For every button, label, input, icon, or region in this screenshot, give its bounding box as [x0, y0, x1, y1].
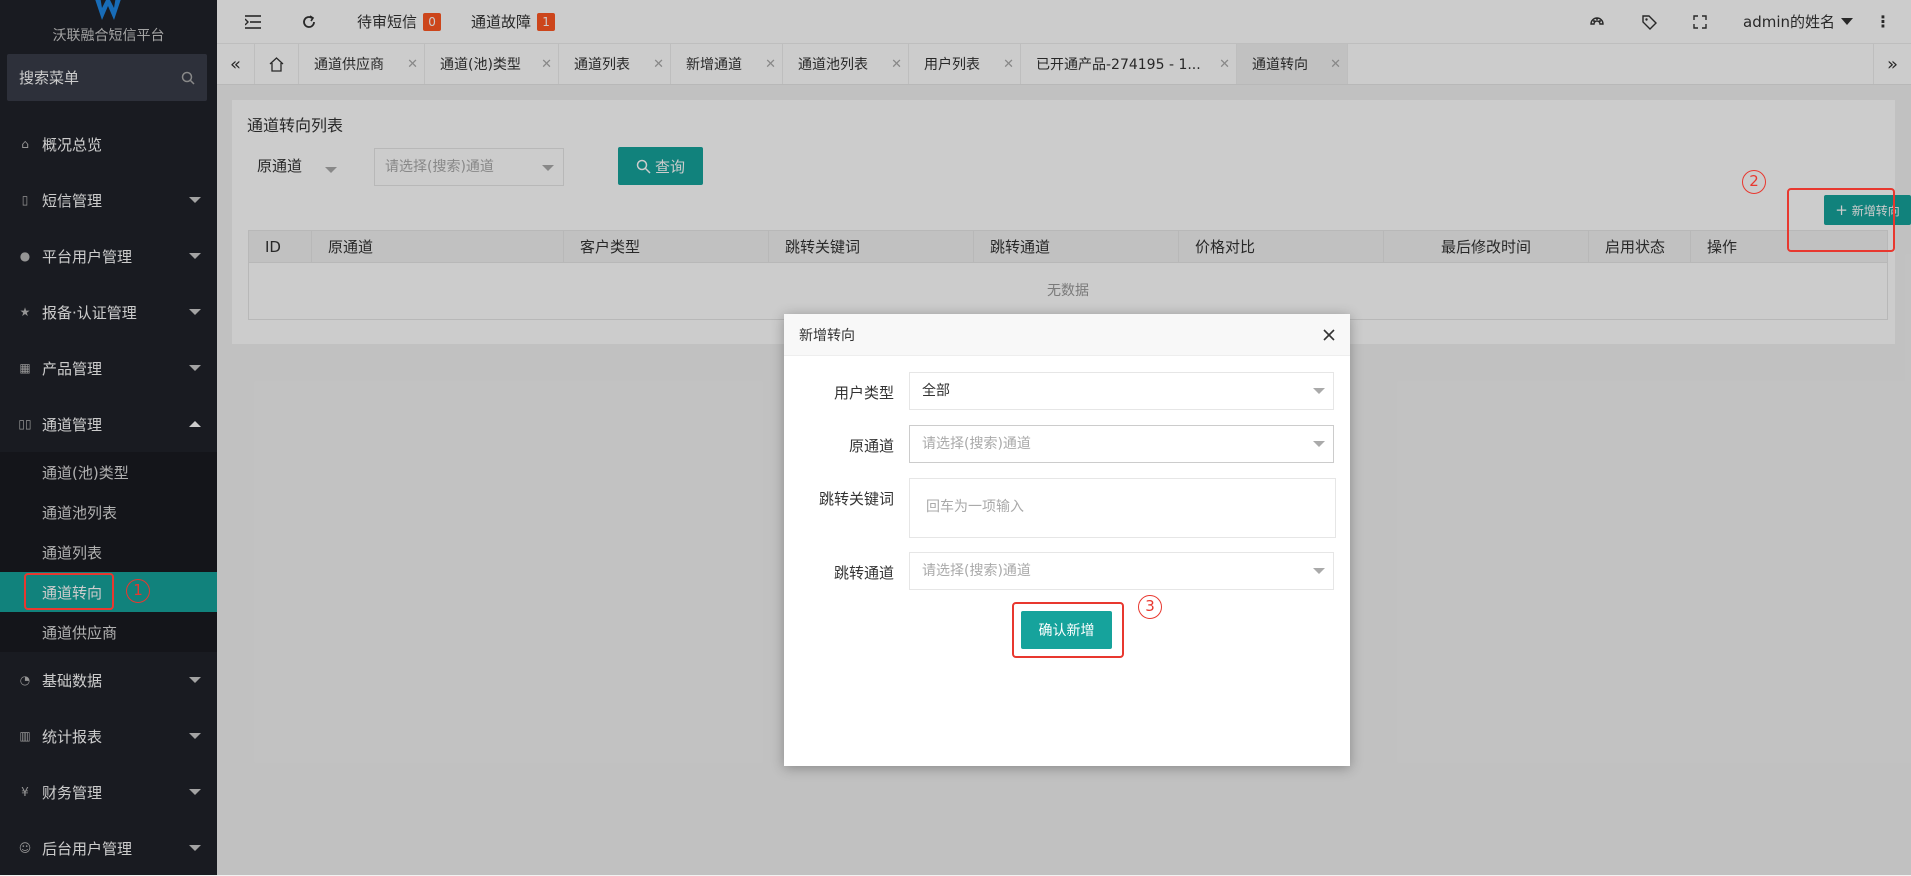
chevron-down-icon [1313, 441, 1325, 447]
chevron-down-icon [1313, 568, 1325, 574]
target-channel-select[interactable]: 请选择(搜索)通道 [909, 552, 1334, 590]
keyword-label: 跳转关键词 [819, 488, 894, 509]
user-type-label: 用户类型 [834, 382, 894, 403]
source-channel-select[interactable]: 请选择(搜索)通道 [909, 425, 1334, 463]
close-icon[interactable] [1323, 329, 1335, 341]
annotation-highlight-3 [1012, 602, 1124, 658]
annotation-number-3: 3 [1138, 595, 1162, 619]
dialog-title: 新增转向 [799, 325, 855, 345]
target-channel-label: 跳转通道 [834, 562, 894, 583]
dialog-header: 新增转向 [784, 314, 1350, 356]
user-type-select[interactable]: 全部 [909, 372, 1334, 410]
source-channel-label: 原通道 [849, 435, 894, 456]
chevron-down-icon [1313, 388, 1325, 394]
keyword-input[interactable]: 回车为一项输入 [909, 478, 1336, 538]
annotation-number-2: 2 [1742, 170, 1766, 194]
annotation-highlight-2 [1787, 188, 1895, 252]
annotation-number-1: 1 [126, 579, 150, 603]
annotation-highlight-1 [24, 573, 114, 610]
add-redirect-dialog: 新增转向 用户类型 全部 原通道 请选择(搜索)通道 跳转关键词 回车为一项输入… [784, 314, 1350, 766]
